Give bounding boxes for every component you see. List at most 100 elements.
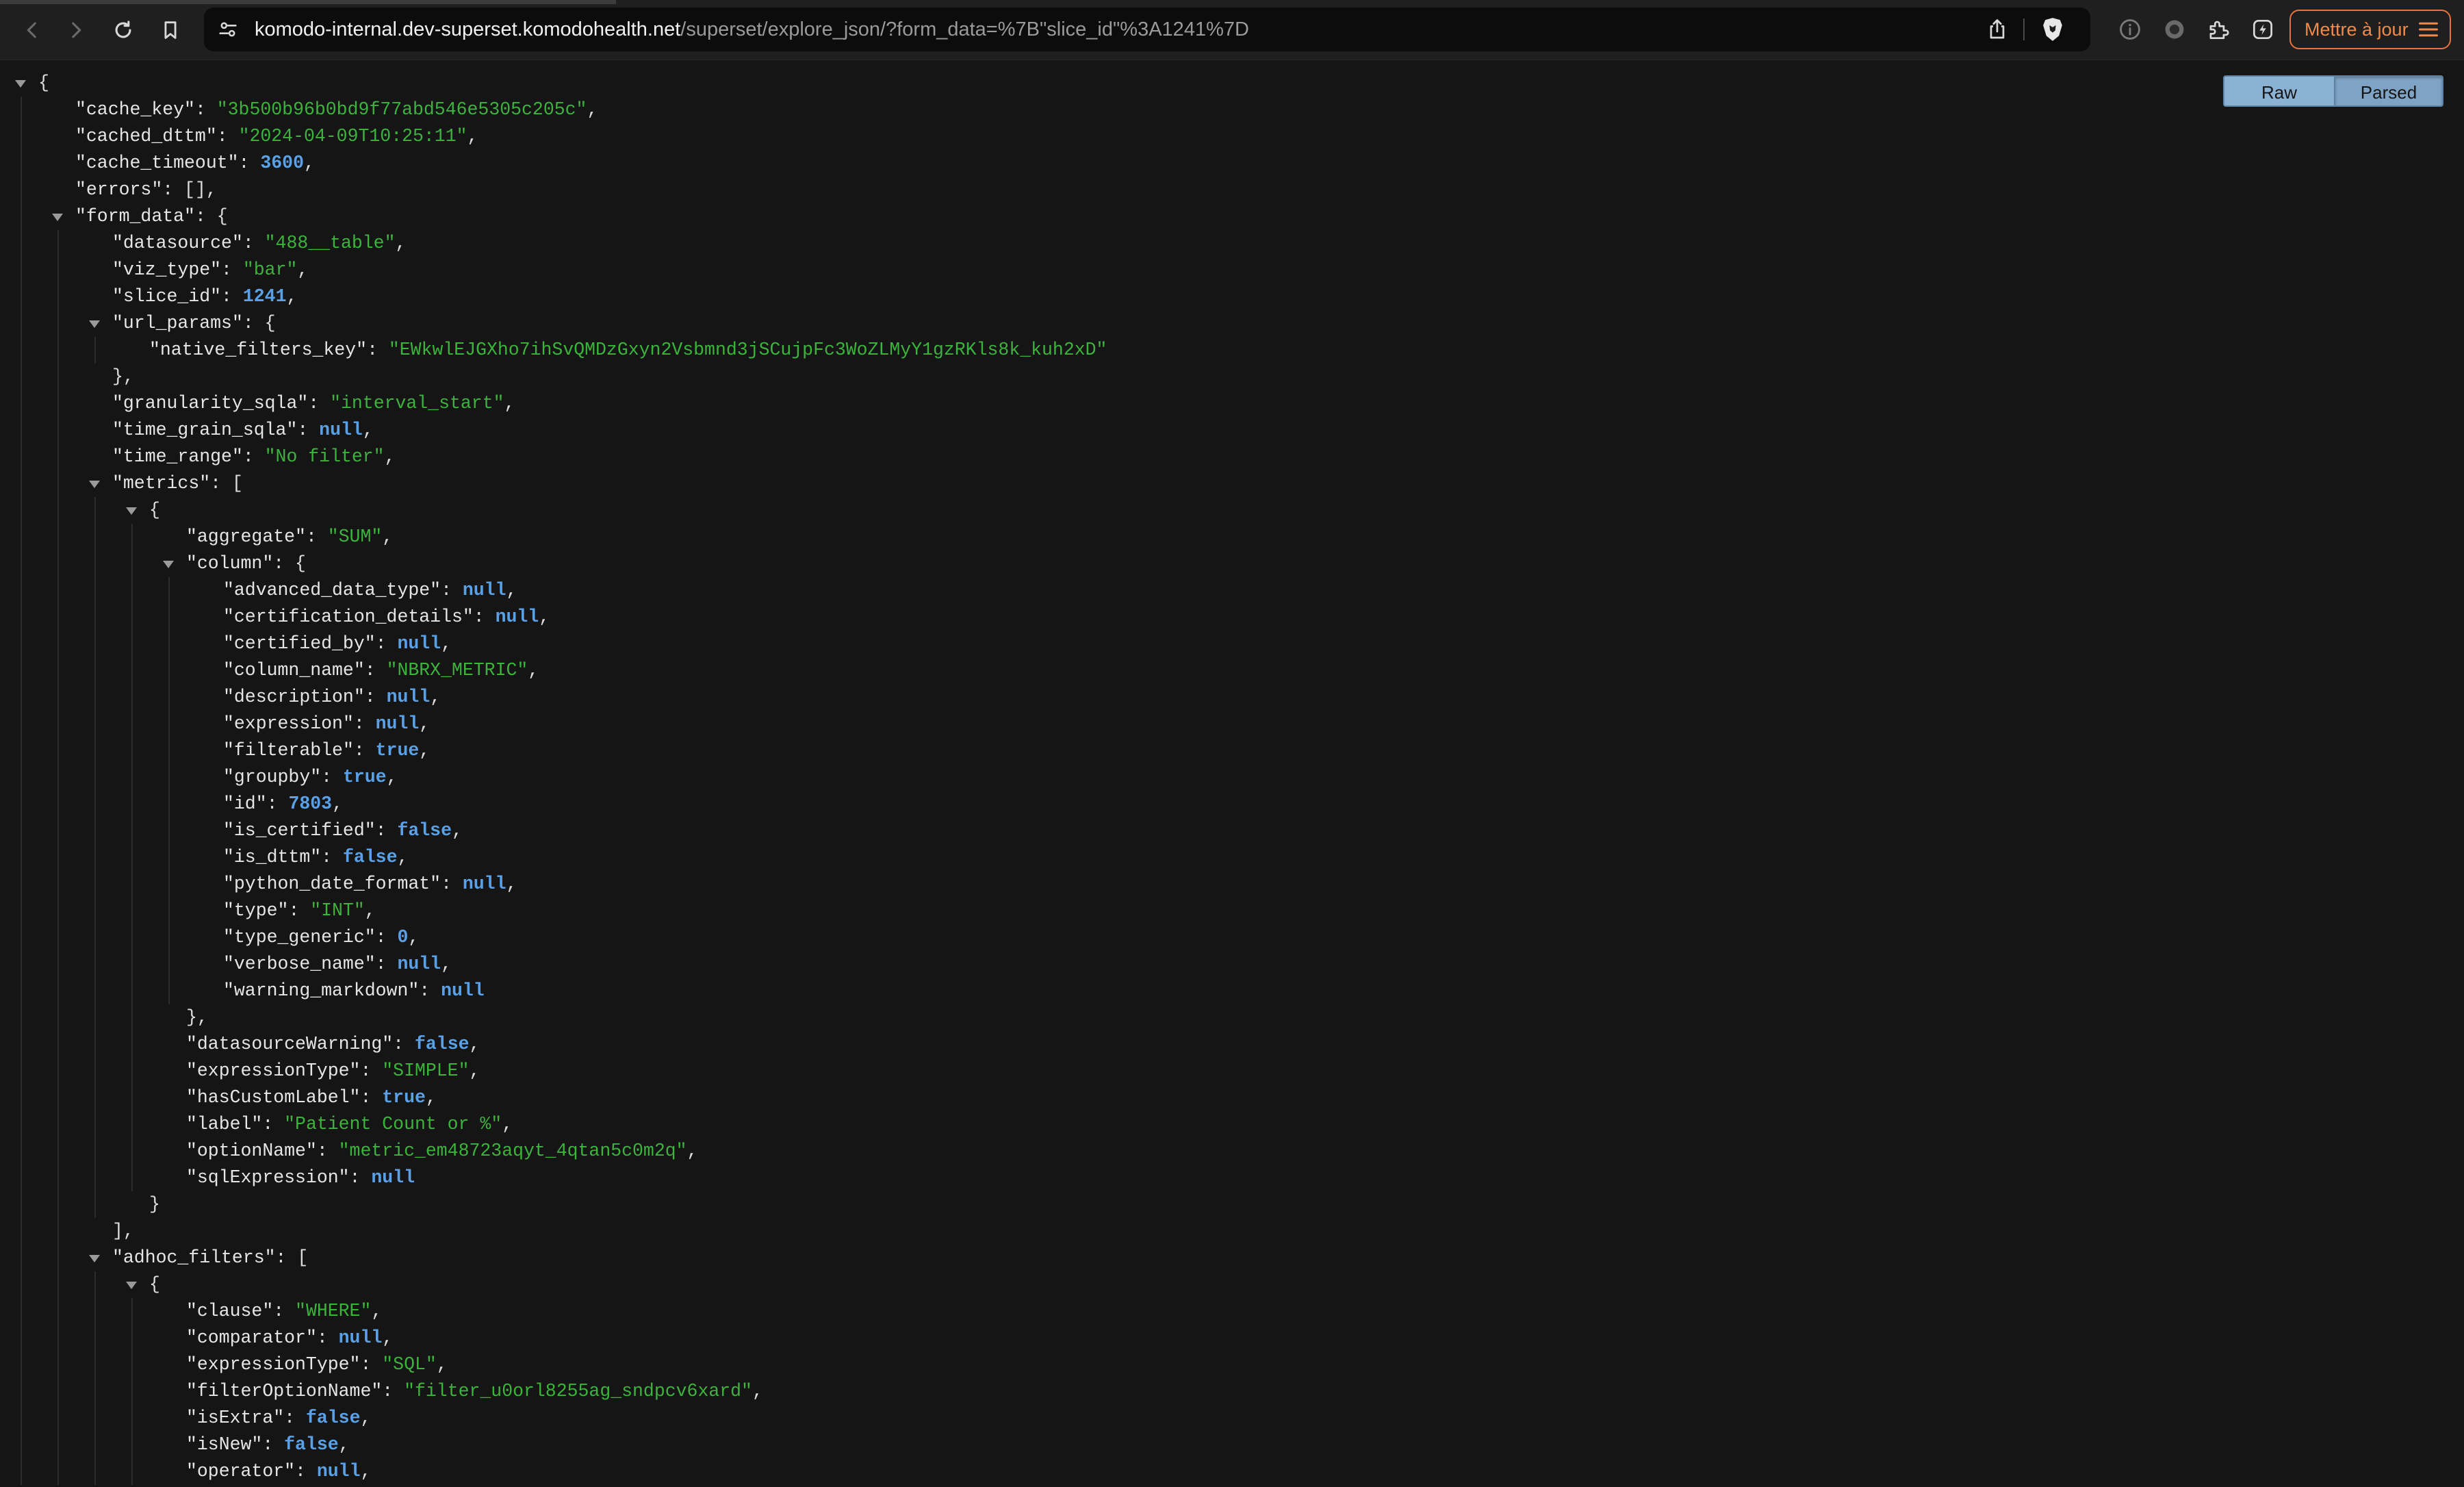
- json-quote: ": [223, 713, 234, 734]
- json-key: comparator: [196, 1327, 306, 1348]
- update-button[interactable]: Mettre à jour: [2289, 10, 2451, 49]
- collapse-toggle-icon[interactable]: [52, 214, 63, 221]
- bookmark-icon[interactable]: [153, 14, 188, 47]
- share-icon[interactable]: [1985, 17, 2010, 42]
- json-quote: ": [305, 1141, 317, 1161]
- json-line: "cached_dttm": "2024-04-09T10:25:11",: [0, 123, 1107, 150]
- address-bar[interactable]: komodo-internal.dev-superset.komodohealt…: [204, 8, 2090, 51]
- json-key: expressionType: [196, 1060, 350, 1081]
- json-value: null: [441, 980, 485, 1001]
- site-settings-icon[interactable]: [216, 18, 240, 41]
- json-quote: ": [284, 1461, 296, 1482]
- json-colon: :: [221, 286, 243, 307]
- view-toggle: Raw Parsed: [2223, 75, 2443, 107]
- url-text[interactable]: komodo-internal.dev-superset.komodohealt…: [255, 16, 1249, 42]
- json-quote: ": [286, 420, 298, 440]
- parsed-view-button[interactable]: Parsed: [2335, 75, 2443, 107]
- reload-icon[interactable]: [106, 14, 140, 47]
- json-value: "NBRX_METRIC": [386, 660, 528, 681]
- json-colon: :: [305, 526, 328, 547]
- json-key: operator: [196, 1461, 285, 1482]
- json-line: }: [0, 1191, 1107, 1218]
- json-viewer: {"cache_key": "3b500b96b0bd9f77abd546e53…: [0, 60, 2464, 1487]
- json-key: url_params: [123, 313, 232, 333]
- json-value: false: [342, 847, 398, 867]
- url-host: komodo-internal.dev-superset.komodohealt…: [255, 18, 681, 40]
- json-punctuation: },: [112, 366, 134, 387]
- json-value: [: [231, 473, 243, 494]
- json-quote: ": [364, 820, 376, 841]
- json-line: "clause": "WHERE",: [0, 1298, 1107, 1325]
- json-comma: ,: [382, 1327, 394, 1348]
- info-icon[interactable]: [2117, 16, 2143, 42]
- collapse-toggle-icon[interactable]: [89, 320, 100, 328]
- json-value: true: [375, 740, 420, 761]
- brave-shield-icon[interactable]: [2040, 16, 2066, 43]
- json-key: verbose_name: [233, 954, 365, 974]
- json-comma: ,: [539, 607, 550, 627]
- json-key: id: [233, 793, 256, 814]
- json-line: "advanced_data_type": null,: [0, 577, 1107, 604]
- update-button-label: Mettre à jour: [2305, 18, 2409, 40]
- json-quote: ": [349, 1060, 361, 1081]
- raw-view-button[interactable]: Raw: [2223, 75, 2335, 107]
- json-comma: ,: [451, 820, 463, 841]
- json-quote: ": [75, 153, 86, 173]
- collapse-toggle-icon[interactable]: [126, 507, 137, 515]
- json-value: null: [386, 687, 431, 707]
- json-line: "certified_by": null,: [0, 631, 1107, 657]
- json-quote: ": [112, 1247, 123, 1268]
- collapse-toggle-icon[interactable]: [15, 80, 26, 88]
- json-quote: ": [223, 633, 234, 654]
- collapse-toggle-icon[interactable]: [89, 1255, 100, 1262]
- json-colon: :: [353, 713, 376, 734]
- json-value: {: [264, 313, 276, 333]
- json-colon: :: [262, 1114, 285, 1134]
- forward-icon[interactable]: [59, 14, 93, 47]
- json-quote: ": [223, 607, 234, 627]
- json-comma: ,: [752, 1381, 763, 1401]
- json-line: "expressionType": "SIMPLE",: [0, 1058, 1107, 1084]
- json-quote: ": [364, 954, 376, 974]
- collapse-toggle-icon[interactable]: [163, 561, 174, 568]
- json-value: "SUM": [327, 526, 383, 547]
- json-value: null: [462, 874, 506, 894]
- json-quote: ": [356, 340, 368, 360]
- json-comma: ,: [419, 713, 431, 734]
- json-colon: :: [316, 1141, 339, 1161]
- json-line: "cache_timeout": 3600,: [0, 150, 1107, 177]
- json-line: "native_filters_key": "EWkwlEJGXho7ihSvQ…: [0, 337, 1107, 364]
- json-quote: ": [223, 580, 234, 600]
- json-value: 0: [397, 927, 409, 948]
- back-icon[interactable]: [15, 14, 49, 47]
- json-key: label: [196, 1114, 252, 1134]
- json-key: aggregate: [196, 526, 296, 547]
- json-comma: ,: [467, 126, 478, 147]
- json-line: "aggregate": "SUM",: [0, 524, 1107, 550]
- json-colon: :: [375, 820, 398, 841]
- extensions-icon[interactable]: [2205, 16, 2231, 42]
- json-colon: :: [321, 767, 343, 787]
- json-line: "isExtra": false,: [0, 1405, 1107, 1432]
- json-line: "label": "Patient Count or %",: [0, 1111, 1107, 1138]
- json-key: viz_type: [123, 259, 211, 280]
- collapse-toggle-icon[interactable]: [89, 481, 100, 488]
- json-key: is_certified: [233, 820, 365, 841]
- json-line: "time_range": "No filter",: [0, 444, 1107, 470]
- json-quote: ": [223, 900, 234, 921]
- json-key: time_grain_sqla: [123, 420, 287, 440]
- browser-toolbar: komodo-internal.dev-superset.komodohealt…: [0, 0, 2464, 61]
- json-quote: ": [255, 793, 267, 814]
- json-line: "warning_markdown": null: [0, 978, 1107, 1004]
- json-comma: ,: [430, 687, 441, 707]
- collapse-toggle-icon[interactable]: [126, 1282, 137, 1289]
- json-quote: ": [186, 1354, 197, 1375]
- json-key: clause: [196, 1301, 263, 1321]
- json-line: "granularity_sqla": "interval_start",: [0, 390, 1107, 417]
- record-icon[interactable]: [2161, 16, 2187, 42]
- json-line: "filterOptionName": "filter_u0orl8255ag_…: [0, 1378, 1107, 1405]
- json-comma: ,: [436, 1354, 448, 1375]
- leo-ai-icon[interactable]: [2250, 16, 2276, 42]
- json-value: null: [371, 1167, 415, 1188]
- json-quote: ": [349, 1087, 361, 1108]
